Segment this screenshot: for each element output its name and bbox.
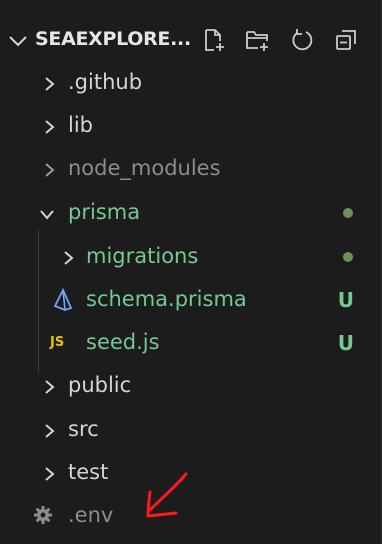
tree-item-label: .env (68, 503, 114, 527)
tree-item-seed-js[interactable]: JS seed.js U (0, 322, 382, 364)
modified-dot (343, 252, 353, 262)
tree-item-label: node_modules (68, 156, 221, 180)
refresh-icon[interactable] (286, 24, 318, 56)
js-icon: JS (50, 335, 65, 350)
untracked-badge: U (337, 331, 354, 355)
chevron-right-icon (40, 74, 58, 92)
tree-item-label: public (68, 373, 132, 397)
tree-item-schema-prisma[interactable]: schema.prisma U (0, 279, 382, 321)
tree-item-lib[interactable]: lib (0, 105, 382, 147)
tree-item-public[interactable]: public (0, 365, 382, 407)
tree-item-src[interactable]: src (0, 409, 382, 451)
prisma-icon (52, 287, 74, 317)
tree-item-prisma[interactable]: prisma (0, 192, 382, 234)
tree-item-label: .github (68, 70, 143, 94)
new-file-icon[interactable] (198, 24, 230, 56)
tree-item-node-modules[interactable]: node_modules (0, 148, 382, 190)
chevron-right-icon (59, 248, 77, 266)
tree-item-label: seed.js (86, 330, 160, 354)
chevron-down-icon[interactable] (7, 30, 29, 52)
untracked-badge: U (337, 288, 354, 312)
tree-item-label: migrations (86, 244, 199, 268)
tree-item-label: lib (68, 113, 93, 137)
new-folder-icon[interactable] (242, 24, 274, 56)
tree-item-label: src (68, 417, 99, 441)
tree-item-label: schema.prisma (86, 287, 247, 311)
tree-item-migrations[interactable]: migrations (0, 236, 382, 278)
tree-item-label: test (68, 460, 109, 484)
chevron-right-icon (40, 160, 58, 178)
explorer-actions (198, 24, 362, 56)
tree-item-github[interactable]: .github (0, 62, 382, 104)
chevron-right-icon (40, 421, 58, 439)
chevron-right-icon (40, 377, 58, 395)
chevron-down-icon (38, 204, 56, 222)
workspace-title: SEAEXPLORE... (35, 28, 191, 50)
chevron-right-icon (40, 117, 58, 135)
gear-icon (32, 504, 54, 531)
red-arrow-annotation (138, 470, 198, 530)
collapse-all-icon[interactable] (330, 24, 362, 56)
explorer-panel: SEAEXPLORE... .github lib node_modules p… (0, 0, 382, 544)
tree-item-label: prisma (68, 200, 141, 224)
modified-dot (343, 208, 353, 218)
chevron-right-icon (40, 464, 58, 482)
